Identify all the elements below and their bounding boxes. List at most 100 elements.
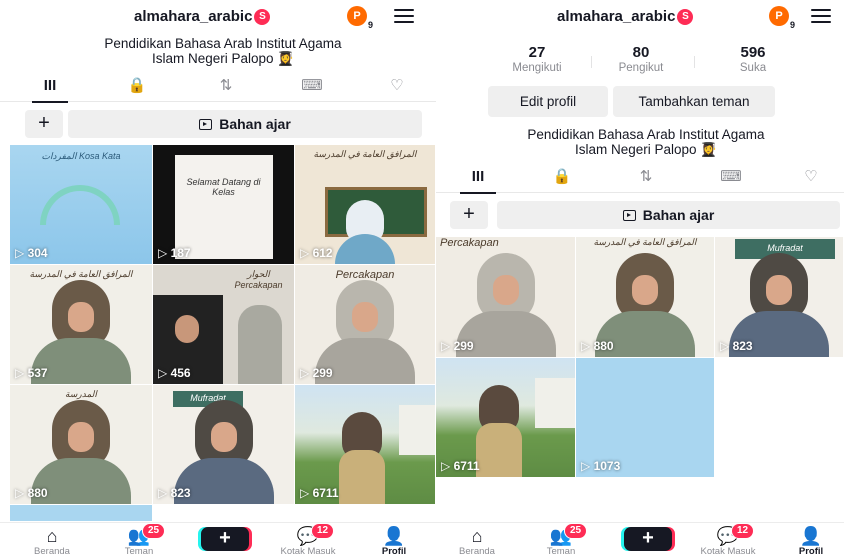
nav-kotak-masuk[interactable]: 💬 Kotak Masuk 12	[273, 523, 343, 557]
home-icon: ⌂	[471, 526, 483, 546]
video-tile[interactable]: المفردات Kosa Kata 304	[10, 145, 153, 265]
video-caption: المرافق العامة في المدرسة	[313, 149, 417, 159]
video-tile[interactable]: Percakapan 299	[436, 237, 576, 358]
avatar-icon[interactable]: P9	[769, 6, 796, 30]
add-button[interactable]: +	[450, 201, 488, 229]
nav-teman[interactable]: 👥 Teman 25	[526, 523, 596, 557]
video-caption: المدرسة	[65, 389, 97, 399]
video-tile[interactable]: Mufradat 823	[715, 237, 844, 358]
bahan-ajar-label: Bahan ajar	[219, 116, 291, 132]
view-count: 299	[300, 366, 333, 380]
tab-videos[interactable]: III	[448, 163, 508, 194]
view-count: 823	[158, 486, 191, 500]
username-badge: S	[677, 9, 694, 25]
video-caption: المرافق العامة في المدرسة	[29, 269, 133, 279]
teacher-figure	[335, 200, 395, 264]
tab-favorites[interactable]: ⌨	[701, 163, 761, 193]
username-badge: S	[254, 9, 271, 25]
nav-kotak-masuk[interactable]: 💬 Kotak Masuk 12	[693, 523, 763, 557]
view-count: 187	[158, 246, 191, 260]
bahan-ajar-button[interactable]: Bahan ajar	[68, 110, 422, 138]
tab-liked[interactable]: ♡	[781, 163, 841, 193]
content-tabs: III 🔒 ⇅ ⌨ ♡	[436, 163, 844, 194]
video-tile[interactable]: 6711	[295, 385, 436, 505]
add-button[interactable]: +	[25, 110, 63, 138]
face	[175, 315, 199, 343]
video-tile[interactable]: 6711	[436, 358, 576, 478]
username-title[interactable]: almahara_arabic S	[134, 8, 271, 25]
stat-likes[interactable]: 596 Suka	[708, 44, 798, 74]
video-tile[interactable]: Percakapan 299	[295, 265, 436, 385]
menu-icon[interactable]	[394, 9, 414, 23]
video-tile[interactable]: Mufradat 823	[153, 385, 295, 505]
profile-icon: 👤	[799, 526, 823, 546]
video-tile[interactable]: المدرسة 880	[10, 385, 153, 505]
bio-line-1: Pendidikan Bahasa Arab Institut Agama	[104, 36, 342, 51]
video-caption: Percakapan	[440, 237, 499, 249]
stat-followers[interactable]: 80 Pengikut	[596, 44, 686, 74]
action-row: + Bahan ajar	[0, 110, 436, 138]
view-count: 304	[15, 246, 48, 260]
stat-number: 27	[528, 44, 546, 61]
notification-badge: 12	[731, 523, 755, 539]
video-caption: Mufradat	[767, 243, 803, 253]
video-tile[interactable]	[10, 505, 153, 522]
video-tile[interactable]: المرافق العامة في المدرسة 612	[295, 145, 436, 265]
video-tile[interactable]: المرافق العامة في المدرسة 537	[10, 265, 153, 385]
view-count: 537	[15, 366, 48, 380]
view-count: 456	[158, 366, 191, 380]
nav-label: Profil	[798, 546, 824, 557]
profile-bio: Pendidikan Bahasa Arab Institut Agama Is…	[0, 36, 436, 66]
view-count: 880	[15, 486, 48, 500]
stat-label: Mengikuti	[512, 62, 562, 74]
nav-label: Kotak Masuk	[700, 546, 756, 557]
video-tile[interactable]: 1073	[576, 358, 715, 478]
nav-teman[interactable]: 👥 Teman 25	[104, 523, 174, 557]
video-tile[interactable]: المرافق العامة في المدرسة 880	[576, 237, 715, 358]
bahan-ajar-label: Bahan ajar	[642, 207, 715, 223]
playlist-icon	[622, 210, 636, 221]
tab-videos[interactable]: III	[20, 72, 80, 103]
tab-private[interactable]: 🔒	[107, 72, 167, 102]
stat-number: 596	[740, 44, 766, 61]
video-tile[interactable]: Selamat Datang di Kelas 187	[153, 145, 295, 265]
stat-number: 80	[632, 44, 650, 61]
tab-reposts[interactable]: ⇅	[196, 72, 256, 102]
video-caption: المفردات Kosa Kata	[41, 151, 121, 161]
tab-favorites[interactable]: ⌨	[282, 72, 342, 102]
notification-badge: 25	[564, 523, 588, 539]
stat-divider	[694, 56, 695, 68]
nav-profil[interactable]: 👤 Profil	[359, 526, 429, 557]
content-tabs: III 🔒 ⇅ ⌨ ♡	[0, 72, 436, 103]
nav-beranda[interactable]: ⌂ Beranda	[442, 526, 512, 557]
nav-beranda[interactable]: ⌂ Beranda	[17, 526, 87, 557]
bio-line-1: Pendidikan Bahasa Arab Institut Agama	[527, 127, 765, 142]
slide-card	[175, 155, 273, 259]
tab-reposts[interactable]: ⇅	[616, 163, 676, 193]
tab-private[interactable]: 🔒	[532, 163, 592, 193]
view-count: 299	[441, 339, 474, 353]
nav-profil[interactable]: 👤 Profil	[776, 526, 844, 557]
bahan-ajar-button[interactable]: Bahan ajar	[497, 201, 840, 229]
edit-profile-button[interactable]: Edit profil	[488, 86, 608, 117]
nav-label: Profil	[381, 546, 407, 557]
nav-label: Beranda	[34, 546, 70, 557]
bottom-nav: ⌂ Beranda 👥 Teman 25 + 💬 Kotak Masuk 12 👤 Pr…	[0, 522, 436, 558]
view-count: 612	[300, 246, 333, 260]
video-tile[interactable]: الحوار Percakapan 456	[153, 265, 295, 385]
add-friend-button[interactable]: Tambahkan teman	[613, 86, 775, 117]
tab-liked[interactable]: ♡	[367, 72, 427, 102]
playlist-icon	[199, 119, 213, 130]
profile-screen-left: almahara_arabic S P9 Pendidikan Bahasa Ar…	[0, 0, 436, 558]
create-button[interactable]: +	[624, 527, 672, 551]
video-caption: الحوار Percakapan	[234, 269, 283, 290]
bio-line-2: Islam Negeri Palopo 👩‍🎓	[151, 51, 295, 66]
avatar-icon[interactable]: P9	[347, 6, 374, 30]
stat-following[interactable]: 27 Mengikuti	[492, 44, 582, 74]
create-button[interactable]: +	[201, 527, 249, 551]
menu-icon[interactable]	[811, 9, 831, 23]
view-count: 1073	[581, 459, 621, 473]
video-caption: Selamat Datang di Kelas	[186, 177, 261, 197]
username-title[interactable]: almahara_arabic S	[557, 8, 694, 25]
notification-badge: 25	[142, 523, 166, 539]
